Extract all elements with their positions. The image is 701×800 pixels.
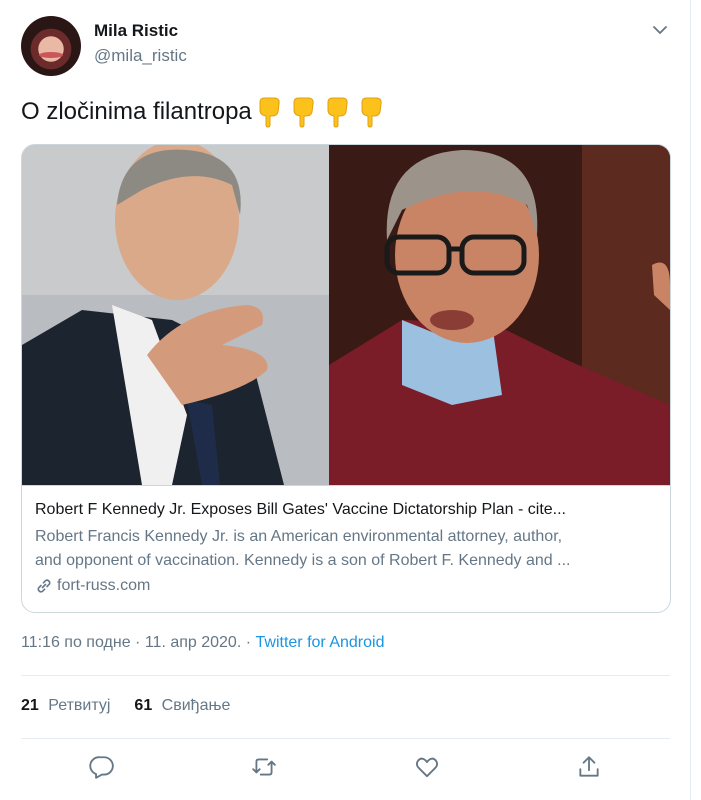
meta-separator: · xyxy=(135,634,145,651)
card-title[interactable]: Robert F Kennedy Jr. Exposes Bill Gates'… xyxy=(35,501,566,519)
meta-separator: · xyxy=(245,634,256,651)
card-image[interactable] xyxy=(22,145,670,486)
divider xyxy=(21,675,670,676)
card-description-line: and opponent of vaccination. Kennedy is … xyxy=(35,552,571,569)
divider xyxy=(21,738,670,739)
link-card[interactable]: Robert F Kennedy Jr. Exposes Bill Gates'… xyxy=(21,144,671,613)
card-domain-text: fort-russ.com xyxy=(57,577,151,594)
card-description-line: Robert Francis Kennedy Jr. is an America… xyxy=(35,528,563,545)
likes-label: Свиђање xyxy=(161,697,231,714)
retweets-count: 21 xyxy=(21,697,39,714)
reply-icon[interactable] xyxy=(89,754,115,780)
tweet-actions xyxy=(21,750,670,786)
retweets-stat[interactable]: 21 Ретвитуј xyxy=(21,697,110,715)
pointing-down-emoji-icon xyxy=(327,97,348,128)
chevron-down-icon[interactable] xyxy=(650,20,670,40)
user-handle[interactable]: @mila_ristic xyxy=(94,46,187,66)
tweet-text-body: O zločinima filantropa xyxy=(21,98,252,125)
retweets-label: Ретвитуј xyxy=(48,697,111,714)
share-icon[interactable] xyxy=(576,754,602,780)
likes-stat[interactable]: 61 Свиђање xyxy=(134,697,230,715)
pointing-down-emoji-icon xyxy=(259,97,280,128)
tweet-source-link[interactable]: Twitter for Android xyxy=(256,634,385,651)
tweet-meta: 11:16 по подне · 11. апр 2020. · Twitter… xyxy=(21,634,384,652)
link-icon xyxy=(37,579,51,593)
tweet: Mila Ristic @mila_ristic O zločinima fil… xyxy=(0,0,691,800)
pointing-down-emoji-icon xyxy=(293,97,314,128)
like-icon[interactable] xyxy=(414,754,440,780)
user-name[interactable]: Mila Ristic xyxy=(94,21,178,41)
tweet-time[interactable]: 11:16 по подне xyxy=(21,634,131,651)
card-domain[interactable]: fort-russ.com xyxy=(35,577,150,595)
tweet-date[interactable]: 11. апр 2020. xyxy=(145,634,241,651)
avatar[interactable] xyxy=(21,16,81,76)
tweet-text: O zločinima filantropa xyxy=(21,96,392,128)
pointing-down-emoji-icon xyxy=(361,97,382,128)
likes-count: 61 xyxy=(134,697,153,714)
tweet-stats: 21 Ретвитуј 61 Свиђање xyxy=(21,697,254,715)
emoji-group xyxy=(256,96,392,128)
card-description: Robert Francis Kennedy Jr. is an America… xyxy=(35,525,661,573)
retweet-icon[interactable] xyxy=(251,754,277,780)
